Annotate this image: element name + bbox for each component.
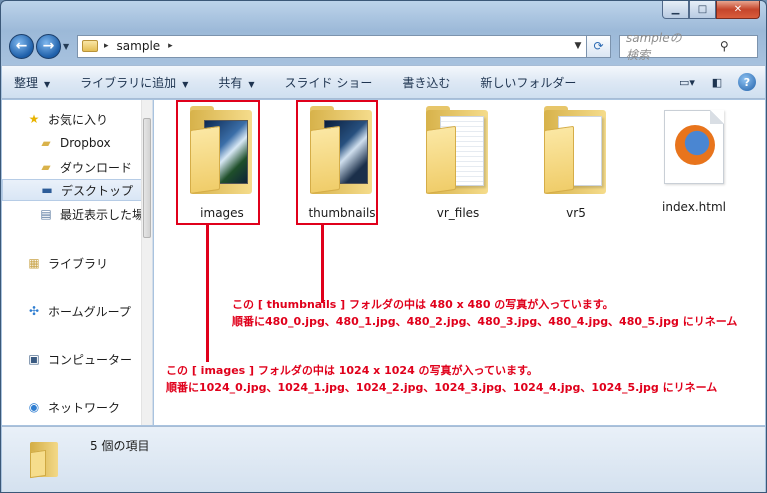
details-pane: 5 個の項目: [2, 426, 765, 492]
thumbnails-annotation: この [ thumbnails ] フォルダの中は 480 x 480 の写真が…: [232, 298, 738, 328]
chevron-right-icon[interactable]: ▸: [104, 41, 109, 51]
file-name: vr_files: [436, 206, 480, 220]
help-icon: ?: [738, 73, 756, 91]
computer-icon: ▣: [28, 352, 40, 366]
address-bar[interactable]: ▸ sample ▸ ▼: [77, 34, 587, 58]
sidebar-item-desktop[interactable]: ▬ デスクトップ: [2, 179, 142, 201]
sidebar-item-network[interactable]: ◉ ネットワーク: [2, 396, 142, 418]
download-folder-icon: ▰: [41, 160, 51, 174]
sidebar-item-dropbox[interactable]: ▰ Dropbox: [2, 132, 142, 154]
sidebar-item-downloads[interactable]: ▰ ダウンロード: [2, 156, 142, 178]
images-annotation: この [ images ] フォルダの中は 1024 x 1024 の写真が入っ…: [166, 364, 718, 394]
sidebar-item-recent-places[interactable]: ▤ 最近表示した場所: [2, 203, 142, 225]
address-row: ← → ▼ ▸ sample ▸ ▼ ⟳ sampleの検索 ⚲: [9, 31, 758, 62]
view-options-icon[interactable]: ▭▾: [677, 72, 697, 92]
file-item-vr5[interactable]: vr5: [534, 106, 618, 220]
search-placeholder: sampleの検索: [626, 31, 682, 62]
sidebar-scrollbar[interactable]: [141, 100, 152, 425]
new-folder-button[interactable]: 新しいフォルダー: [480, 74, 576, 91]
images-callout-line: [206, 225, 209, 362]
sidebar-item-computer[interactable]: ▣ コンピューター: [2, 348, 142, 370]
thumbnails-callout-line: [321, 225, 324, 303]
burn-button[interactable]: 書き込む: [402, 74, 450, 91]
back-button[interactable]: ←: [9, 33, 34, 59]
chevron-down-icon: ▼: [182, 79, 189, 89]
explorer-window: ▁ □ ✕ ← → ▼ ▸ sample ▸ ▼ ⟳ sampleの検索 ⚲ 整…: [0, 0, 767, 493]
organize-menu[interactable]: 整理 ▼: [14, 74, 50, 91]
slideshow-button[interactable]: スライド ショー: [285, 74, 373, 91]
file-item-index-html[interactable]: index.html: [652, 106, 736, 214]
command-bar: 整理 ▼ ライブラリに追加 ▼ 共有 ▼ スライド ショー 書き込む 新しいフォルダー…: [2, 65, 765, 99]
folder-icon: [30, 439, 60, 479]
navigation-pane: ★ お気に入り ▰ Dropbox ▰ ダウンロード ▬ デスクトップ ▤ 最近…: [2, 100, 153, 425]
file-name: vr5: [566, 206, 586, 220]
sidebar-item-favorites[interactable]: ★ お気に入り: [2, 108, 142, 130]
thumbnails-highlight-box: [296, 100, 378, 225]
address-dropdown-icon[interactable]: ▼: [570, 41, 586, 51]
preview-pane-icon[interactable]: ◧: [707, 72, 727, 92]
recent-pages-dropdown[interactable]: ▼: [63, 42, 73, 51]
close-button[interactable]: ✕: [716, 1, 760, 19]
file-item-vr-files[interactable]: vr_files: [416, 106, 500, 220]
desktop-icon: ▬: [41, 183, 53, 197]
folder-icon: ▰: [41, 136, 51, 150]
recent-places-icon: ▤: [40, 207, 52, 221]
document-folder-icon: [422, 106, 494, 194]
search-icon[interactable]: ⚲: [692, 39, 758, 53]
chevron-down-icon: ▼: [44, 79, 51, 89]
breadcrumb[interactable]: sample: [117, 39, 161, 53]
images-highlight-box: [176, 100, 260, 225]
network-icon: ◉: [28, 400, 40, 414]
chevron-down-icon: ▼: [248, 79, 255, 89]
item-count: 5 個の項目: [90, 439, 150, 453]
search-input[interactable]: sampleの検索 ⚲: [619, 31, 758, 62]
caption-buttons: ▁ □ ✕: [662, 1, 760, 19]
library-icon: ▦: [28, 256, 40, 270]
document-folder-icon: [540, 106, 612, 194]
add-to-library-menu[interactable]: ライブラリに追加 ▼: [80, 74, 188, 91]
help-button[interactable]: ?: [737, 72, 757, 92]
maximize-button[interactable]: □: [689, 1, 716, 19]
share-menu[interactable]: 共有 ▼: [218, 74, 254, 91]
sidebar-item-libraries[interactable]: ▦ ライブラリ: [2, 252, 142, 274]
forward-button[interactable]: →: [36, 33, 61, 59]
file-list: images thumbnails vr_files vr5 index.htm…: [154, 100, 765, 425]
scrollbar-thumb[interactable]: [143, 118, 151, 238]
chevron-right-icon[interactable]: ▸: [168, 41, 173, 51]
firefox-document-icon: [664, 110, 724, 184]
homegroup-icon: ✣: [28, 304, 40, 318]
file-name: index.html: [662, 200, 726, 214]
sidebar-item-homegroup[interactable]: ✣ ホームグループ: [2, 300, 142, 322]
star-icon: ★: [28, 112, 40, 126]
folder-icon: [82, 40, 98, 52]
refresh-button[interactable]: ⟳: [587, 34, 611, 58]
minimize-button[interactable]: ▁: [662, 1, 689, 19]
